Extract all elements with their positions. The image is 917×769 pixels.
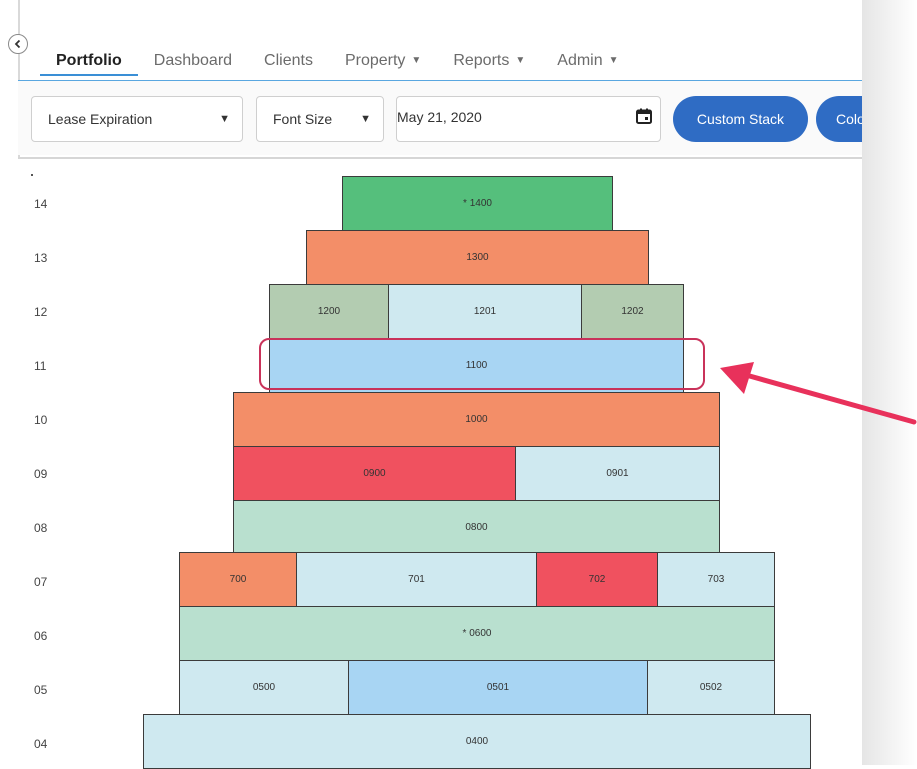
unit-1202[interactable]: 1202	[581, 284, 684, 339]
unit-0600[interactable]: * 0600	[179, 606, 775, 661]
caret-down-icon: ▼	[411, 55, 422, 66]
unit-0400[interactable]: 0400	[143, 714, 811, 769]
unit-0901[interactable]: 0901	[515, 446, 720, 501]
unit-701[interactable]: 701	[296, 552, 537, 607]
unit-1400[interactable]: * 1400	[342, 176, 613, 231]
unit-700[interactable]: 700	[179, 552, 297, 607]
tab-property[interactable]: Property ▼	[329, 50, 437, 76]
floor-label-07: 07	[34, 575, 48, 589]
chevron-left-icon	[14, 39, 21, 49]
unit-1201[interactable]: 1201	[388, 284, 582, 339]
floor-label-04: 04	[34, 737, 48, 751]
custom-stack-button[interactable]: Custom Stack	[673, 96, 808, 142]
color-button[interactable]: Colo	[816, 96, 862, 142]
unit-0800[interactable]: 0800	[233, 500, 720, 555]
unit-1200[interactable]: 1200	[269, 284, 389, 339]
unit-0502[interactable]: 0502	[647, 660, 775, 715]
unit-702[interactable]: 702	[536, 552, 658, 607]
unit-0501[interactable]: 0501	[348, 660, 648, 715]
tab-reports[interactable]: Reports ▼	[437, 50, 541, 76]
floor-label-14: 14	[34, 197, 48, 211]
floor-label-05: 05	[34, 683, 48, 697]
floor-label-11: 11	[34, 359, 47, 373]
main-nav: Portfolio Dashboard Clients Property ▼ Re…	[40, 50, 635, 76]
tab-dashboard[interactable]: Dashboard	[138, 50, 248, 76]
floor-label-06: 06	[34, 629, 48, 643]
tab-clients[interactable]: Clients	[248, 50, 329, 76]
floor-label-10: 10	[34, 413, 48, 427]
floor-label-13: 13	[34, 251, 48, 265]
highlight-box	[259, 338, 705, 390]
collapse-sidebar-button[interactable]	[8, 34, 28, 54]
axis-tick	[31, 174, 33, 176]
unit-0500[interactable]: 0500	[179, 660, 349, 715]
caret-down-icon: ▼	[608, 55, 619, 66]
unit-1000[interactable]: 1000	[233, 392, 720, 447]
tab-portfolio[interactable]: Portfolio	[40, 50, 138, 76]
tab-admin[interactable]: Admin ▼	[541, 50, 634, 76]
calendar-icon[interactable]	[636, 108, 652, 124]
floor-label-12: 12	[34, 305, 48, 319]
report-type-select[interactable]: Lease Expiration ▼	[31, 96, 243, 142]
date-field[interactable]: May 21, 2020	[396, 96, 661, 142]
dropdown-arrow-icon: ▼	[219, 113, 230, 125]
unit-1300[interactable]: 1300	[306, 230, 649, 285]
caret-down-icon: ▼	[515, 55, 526, 66]
arrow-pointer-icon	[720, 362, 917, 425]
floor-label-09: 09	[34, 467, 48, 481]
unit-0900[interactable]: 0900	[233, 446, 516, 501]
floor-label-08: 08	[34, 521, 48, 535]
font-size-select[interactable]: Font Size ▼	[256, 96, 384, 142]
unit-703[interactable]: 703	[657, 552, 775, 607]
dropdown-arrow-icon: ▼	[360, 113, 371, 125]
